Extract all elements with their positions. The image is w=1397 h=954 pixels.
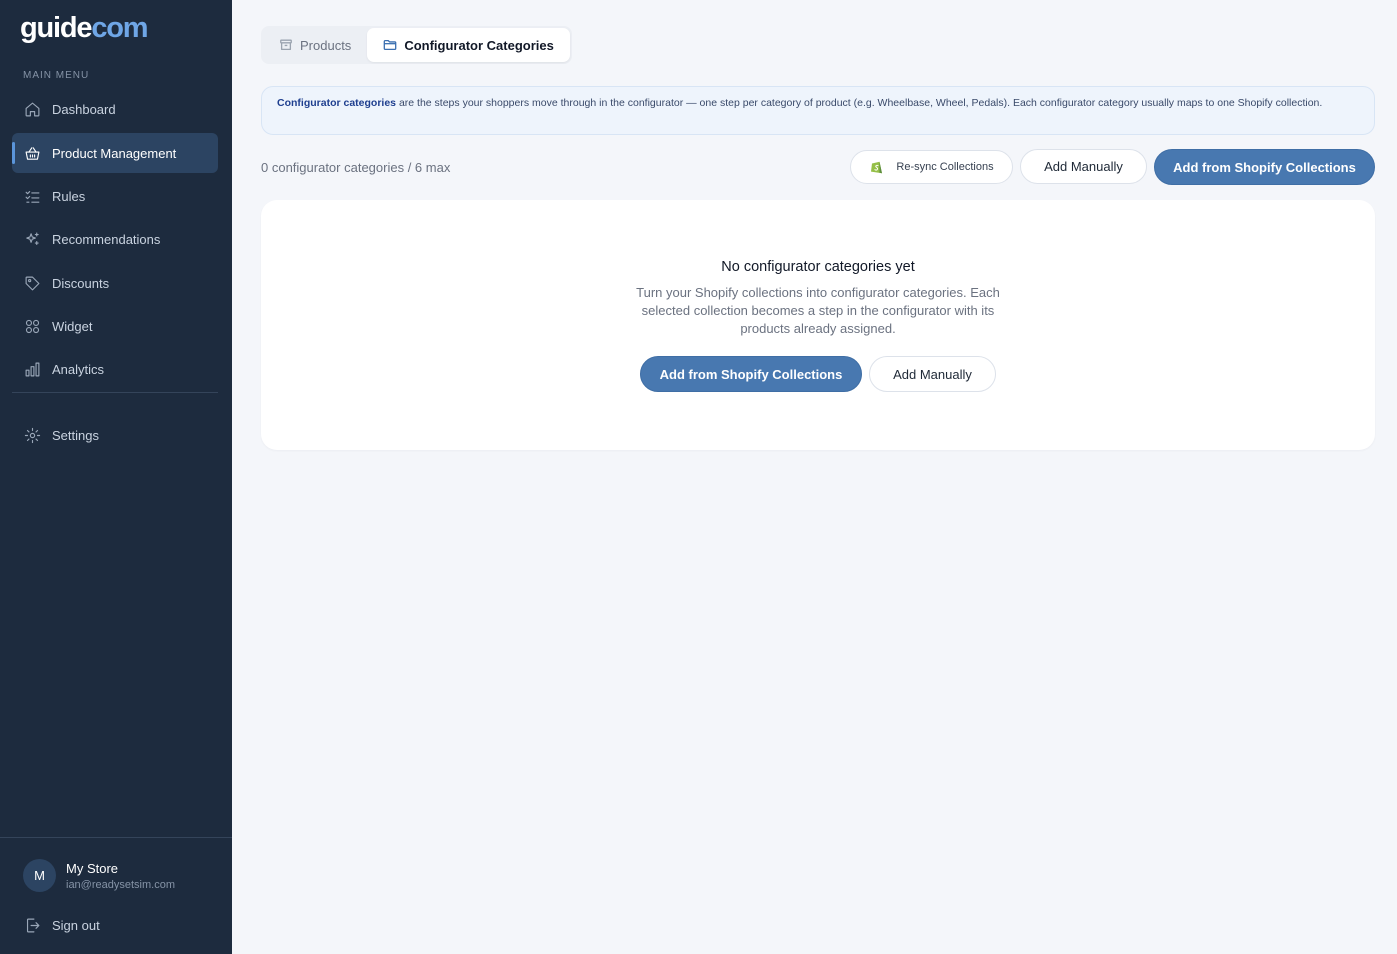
sign-out-icon [23,916,41,934]
avatar[interactable]: M [23,859,56,892]
add-manually-button[interactable]: Add Manually [1020,149,1147,184]
store-email: ian@readysetsim.com [66,879,175,891]
menu-heading: MAIN MENU [23,70,90,81]
sidebar-item-discounts[interactable]: Discounts [12,263,218,303]
box-icon [279,38,293,52]
empty-state-title: No configurator categories yet [721,259,915,275]
sidebar-bottom-divider [0,837,232,838]
basket-icon [23,144,41,162]
guidecom-logo[interactable]: guidecom [20,12,149,45]
tab-bar: Products Configurator Categories [261,26,572,64]
sidebar-item-label: Widget [52,318,93,334]
tab-label: Products [300,37,352,53]
sidebar-item-widget[interactable]: Widget [12,306,218,346]
tab-label: Configurator Categories [404,37,554,53]
sidebar-item-label: Analytics [52,361,105,377]
tab-products[interactable]: Products [263,28,367,62]
sidebar-divider [12,392,218,393]
sidebar: guidecom MAIN MENU Dashboard Product Man… [0,0,232,954]
sidebar-item-label: Discounts [52,275,110,291]
info-banner: Configurator categories are the steps yo… [261,86,1375,135]
sidebar-item-recommendations[interactable]: Recommendations [12,219,218,259]
store-name: My Store [66,861,119,876]
tag-icon [23,274,41,292]
sidebar-item-label: Settings [52,427,99,443]
add-from-shopify-collections-button[interactable]: Add from Shopify Collections [1154,149,1375,185]
info-banner-text: are the steps your shoppers move through… [396,97,1323,109]
sidebar-item-dashboard[interactable]: Dashboard [12,89,218,129]
sidebar-item-label: Dashboard [52,101,116,117]
resync-collections-button[interactable]: Re-sync Collections [850,150,1013,184]
sidebar-item-label: Rules [52,188,86,204]
gear-icon [23,426,41,444]
home-icon [23,100,41,118]
bar-chart-icon [23,360,41,378]
sidebar-item-product-management[interactable]: Product Management [12,133,218,173]
sidebar-item-rules[interactable]: Rules [12,176,218,216]
empty-add-manually-button[interactable]: Add Manually [869,356,996,392]
sign-out-button[interactable]: Sign out [12,905,218,945]
checklist-icon [23,187,41,205]
sidebar-item-label: Product Management [52,145,177,161]
resync-label: Re-sync Collections [896,161,994,173]
sparkles-icon [23,230,41,248]
shopify-icon [869,159,885,175]
grid-icon [23,317,41,335]
folder-icon [383,38,397,52]
sidebar-item-settings[interactable]: Settings [12,415,218,455]
info-banner-bold: Configurator categories [277,97,397,109]
logo-text-com: com [91,12,148,44]
logo-text-guide: guide [20,12,93,44]
sign-out-label: Sign out [52,917,100,933]
empty-add-from-shopify-button[interactable]: Add from Shopify Collections [640,356,862,392]
category-count: 0 configurator categories / 6 max [261,160,451,175]
sidebar-item-analytics[interactable]: Analytics [12,349,218,389]
empty-state-description: Turn your Shopify collections into confi… [636,285,1000,336]
empty-state-card: No configurator categories yet Turn your… [261,200,1375,450]
tab-configurator-categories[interactable]: Configurator Categories [367,28,570,62]
sidebar-item-label: Recommendations [52,231,161,247]
